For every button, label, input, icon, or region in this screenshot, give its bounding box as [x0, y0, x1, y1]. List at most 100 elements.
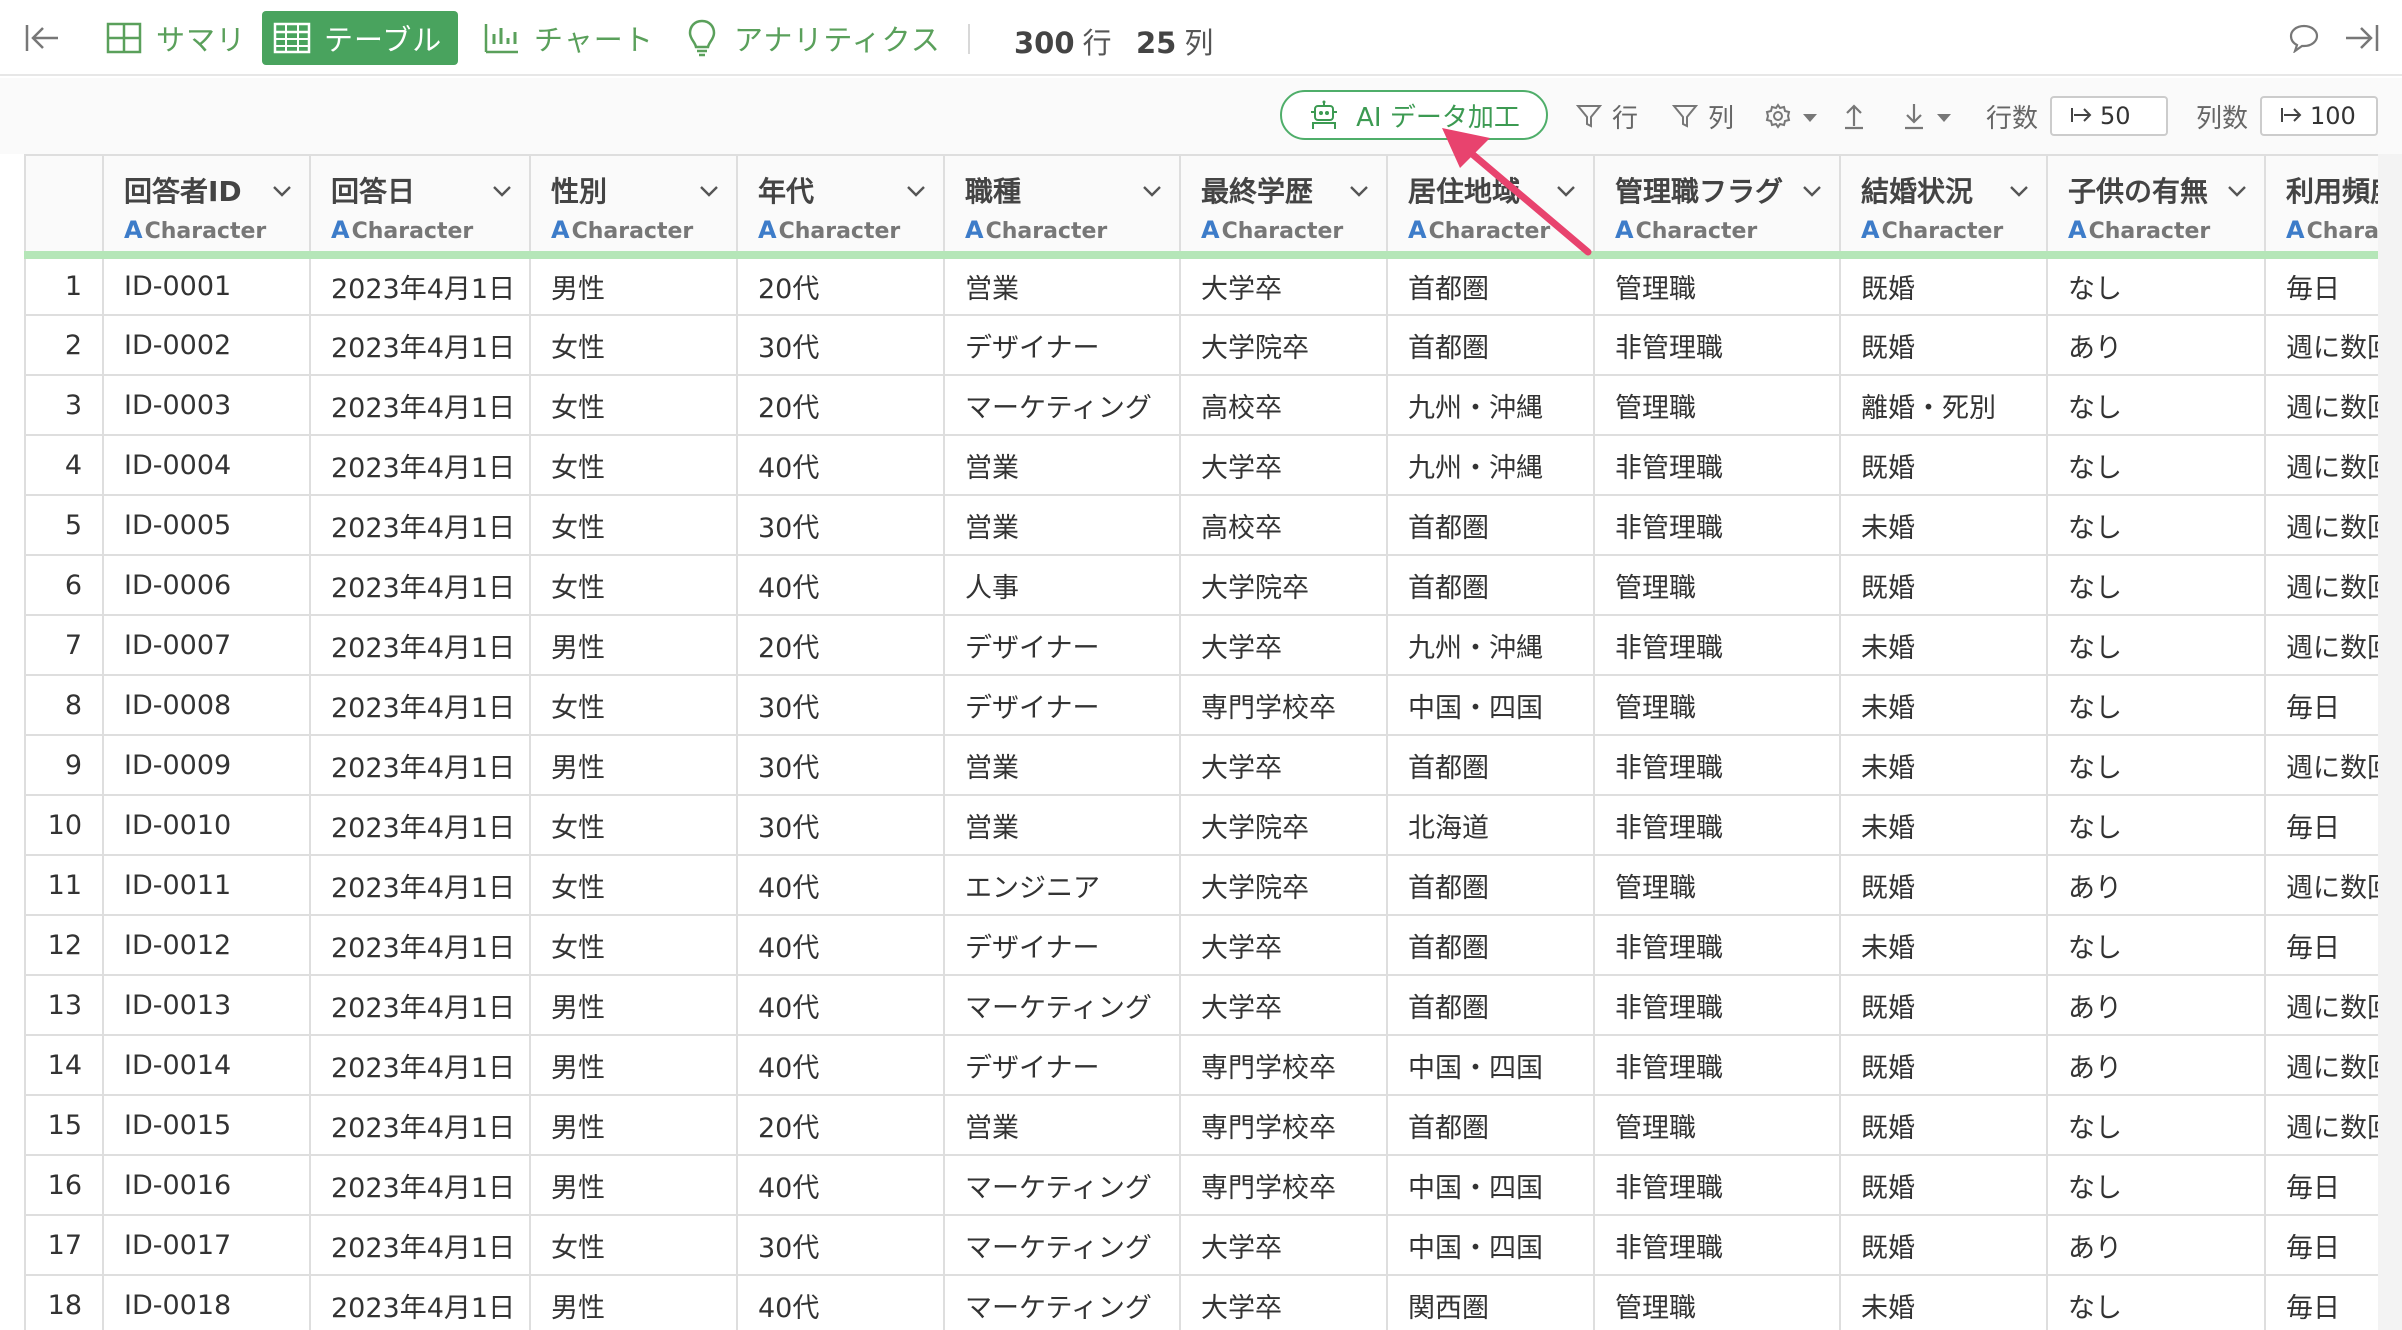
chevron-down-icon[interactable]: [903, 178, 929, 204]
table-cell[interactable]: 40代: [736, 1034, 945, 1096]
table-cell[interactable]: ID-0011: [102, 854, 311, 916]
vertical-scrollbar[interactable]: [2378, 154, 2402, 1330]
table-cell[interactable]: 未婚: [1839, 614, 2048, 676]
table-cell[interactable]: 管理職: [1593, 1274, 1841, 1330]
table-cell[interactable]: 男性: [529, 614, 738, 676]
table-cell[interactable]: 管理職: [1593, 674, 1841, 736]
table-cell[interactable]: 20代: [736, 614, 945, 676]
table-cell[interactable]: ID-0005: [102, 494, 311, 556]
table-cell[interactable]: 未婚: [1839, 674, 2048, 736]
table-cell[interactable]: 九州・沖縄: [1386, 614, 1595, 676]
table-cell[interactable]: 関西圏: [1386, 1274, 1595, 1330]
comment-icon[interactable]: [2284, 18, 2324, 58]
table-cell[interactable]: なし: [2046, 1274, 2266, 1330]
table-cell[interactable]: ID-0002: [102, 314, 311, 376]
table-cell[interactable]: 専門学校卒: [1179, 1154, 1388, 1216]
table-cell[interactable]: 2023年4月1日: [309, 494, 531, 556]
table-cell[interactable]: 2023年4月1日: [309, 674, 531, 736]
table-cell[interactable]: エンジニア: [943, 854, 1181, 916]
table-cell[interactable]: 女性: [529, 314, 738, 376]
table-cell[interactable]: 毎日: [2264, 1274, 2378, 1330]
table-cell[interactable]: ID-0009: [102, 734, 311, 796]
table-cell[interactable]: 専門学校卒: [1179, 1034, 1388, 1096]
table-cell[interactable]: 専門学校卒: [1179, 1094, 1388, 1156]
table-cell[interactable]: 40代: [736, 914, 945, 976]
table-cell[interactable]: 非管理職: [1593, 1034, 1841, 1096]
table-cell[interactable]: 非管理職: [1593, 794, 1841, 856]
table-cell[interactable]: 週に数回: [2264, 1034, 2378, 1096]
table-cell[interactable]: 2023年4月1日: [309, 974, 531, 1036]
table-cell[interactable]: ID-0012: [102, 914, 311, 976]
chevron-down-icon[interactable]: [696, 178, 722, 204]
table-cell[interactable]: マーケティング: [943, 374, 1181, 436]
table-cell[interactable]: なし: [2046, 494, 2266, 556]
table-cell[interactable]: あり: [2046, 974, 2266, 1036]
table-cell[interactable]: 男性: [529, 1094, 738, 1156]
table-cell[interactable]: 週に数回: [2264, 854, 2378, 916]
table-cell[interactable]: デザイナー: [943, 914, 1181, 976]
table-cell[interactable]: 非管理職: [1593, 494, 1841, 556]
row-filter-button[interactable]: 行: [1576, 98, 1638, 134]
table-cell[interactable]: 高校卒: [1179, 494, 1388, 556]
chevron-down-icon[interactable]: [1799, 178, 1825, 204]
table-cell[interactable]: マーケティング: [943, 1274, 1181, 1330]
table-cell[interactable]: 週に数回: [2264, 734, 2378, 796]
tab-summary[interactable]: サマリ: [94, 11, 260, 65]
table-cell[interactable]: 女性: [529, 1214, 738, 1276]
table-cell[interactable]: なし: [2046, 1094, 2266, 1156]
table-cell[interactable]: 2023年4月1日: [309, 374, 531, 436]
table-cell[interactable]: 首都圏: [1386, 854, 1595, 916]
table-cell[interactable]: 20代: [736, 374, 945, 436]
table-cell[interactable]: 毎日: [2264, 794, 2378, 856]
table-cell[interactable]: 大学院卒: [1179, 794, 1388, 856]
table-cell[interactable]: なし: [2046, 1154, 2266, 1216]
table-cell[interactable]: 中国・四国: [1386, 1154, 1595, 1216]
table-cell[interactable]: 首都圏: [1386, 554, 1595, 616]
column-header[interactable]: 管理職フラグ ACharacter: [1593, 154, 1841, 259]
table-cell[interactable]: ID-0016: [102, 1154, 311, 1216]
table-cell[interactable]: 首都圏: [1386, 914, 1595, 976]
table-cell[interactable]: 大学卒: [1179, 614, 1388, 676]
table-cell[interactable]: 非管理職: [1593, 434, 1841, 496]
table-cell[interactable]: 2023年4月1日: [309, 734, 531, 796]
table-cell[interactable]: 毎日: [2264, 1214, 2378, 1276]
table-cell[interactable]: 大学院卒: [1179, 314, 1388, 376]
table-cell[interactable]: 首都圏: [1386, 974, 1595, 1036]
table-cell[interactable]: 中国・四国: [1386, 674, 1595, 736]
chevron-down-icon[interactable]: [1139, 178, 1165, 204]
table-cell[interactable]: なし: [2046, 374, 2266, 436]
column-header[interactable]: 性別 ACharacter: [529, 154, 738, 259]
table-cell[interactable]: 管理職: [1593, 254, 1841, 316]
table-cell[interactable]: 2023年4月1日: [309, 1274, 531, 1330]
table-cell[interactable]: 既婚: [1839, 974, 2048, 1036]
table-cell[interactable]: 週に数回: [2264, 494, 2378, 556]
table-cell[interactable]: 管理職: [1593, 554, 1841, 616]
table-cell[interactable]: 既婚: [1839, 314, 2048, 376]
rows-setting-input[interactable]: 50: [2050, 96, 2168, 136]
table-cell[interactable]: マーケティング: [943, 1214, 1181, 1276]
table-cell[interactable]: 女性: [529, 554, 738, 616]
table-cell[interactable]: 離婚・死別: [1839, 374, 2048, 436]
table-cell[interactable]: 首都圏: [1386, 734, 1595, 796]
table-cell[interactable]: 営業: [943, 734, 1181, 796]
table-cell[interactable]: 2023年4月1日: [309, 1034, 531, 1096]
table-cell[interactable]: 非管理職: [1593, 734, 1841, 796]
table-cell[interactable]: 週に数回: [2264, 374, 2378, 436]
table-cell[interactable]: 男性: [529, 1274, 738, 1330]
table-cell[interactable]: 20代: [736, 254, 945, 316]
table-cell[interactable]: ID-0008: [102, 674, 311, 736]
table-cell[interactable]: 非管理職: [1593, 614, 1841, 676]
table-cell[interactable]: ID-0014: [102, 1034, 311, 1096]
chevron-down-icon[interactable]: [489, 178, 515, 204]
table-cell[interactable]: 既婚: [1839, 854, 2048, 916]
table-cell[interactable]: 九州・沖縄: [1386, 374, 1595, 436]
table-cell[interactable]: デザイナー: [943, 1034, 1181, 1096]
column-header[interactable]: 年代 ACharacter: [736, 154, 945, 259]
table-cell[interactable]: ID-0001: [102, 254, 311, 316]
table-cell[interactable]: 営業: [943, 254, 1181, 316]
table-cell[interactable]: 40代: [736, 854, 945, 916]
table-cell[interactable]: あり: [2046, 854, 2266, 916]
settings-dropdown[interactable]: [1764, 98, 1818, 134]
table-cell[interactable]: 2023年4月1日: [309, 434, 531, 496]
table-cell[interactable]: 2023年4月1日: [309, 614, 531, 676]
